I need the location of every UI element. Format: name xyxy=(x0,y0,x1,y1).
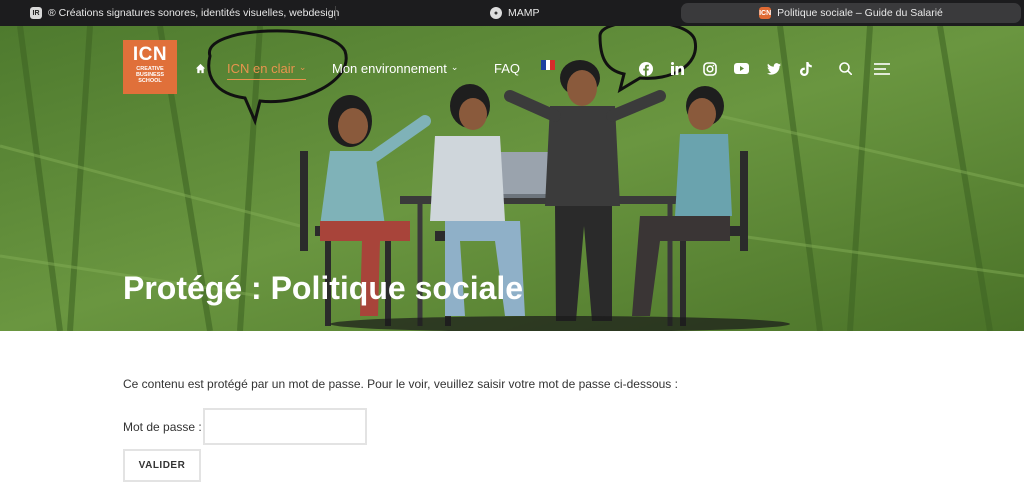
browser-tab-bar: IR ® Créations signatures sonores, ident… xyxy=(0,0,1024,26)
chevron-down-icon: ⌄ xyxy=(450,62,459,72)
french-flag-icon[interactable] xyxy=(541,60,556,70)
password-input[interactable] xyxy=(203,408,367,445)
nav-item-label: ICN en clair xyxy=(227,61,295,76)
twitter-icon[interactable] xyxy=(764,59,783,78)
logo-subtext: CREATIVE BUSINESS SCHOOL xyxy=(123,66,177,84)
logo-line: SCHOOL xyxy=(138,78,162,84)
nav-item-icn-en-clair[interactable]: ICN en clair ⌄ xyxy=(227,61,307,80)
mamp-favicon-icon: ● xyxy=(490,7,502,19)
password-notice: Ce contenu est protégé par un mot de pas… xyxy=(123,377,678,391)
instagram-icon[interactable] xyxy=(700,59,719,78)
browser-tab-1[interactable]: IR ® Créations signatures sonores, ident… xyxy=(20,3,349,23)
tiktok-icon[interactable] xyxy=(796,59,815,78)
social-links xyxy=(636,59,891,78)
nav-item-label: FAQ xyxy=(494,61,521,76)
page-title: Protégé : Politique sociale xyxy=(123,270,524,306)
home-icon[interactable] xyxy=(195,62,206,77)
linkedin-icon[interactable] xyxy=(668,59,687,78)
tab-label: ® Créations signatures sonores, identité… xyxy=(48,7,340,19)
ir-favicon-icon: IR xyxy=(30,7,42,19)
logo-text: ICN xyxy=(132,44,168,65)
tab-label: MAMP xyxy=(508,7,540,19)
facebook-icon[interactable] xyxy=(636,59,655,78)
submit-button[interactable]: VALIDER xyxy=(123,449,201,482)
browser-tab-3-active[interactable]: ICN Politique sociale – Guide du Salarié xyxy=(681,3,1021,23)
tab-label: Politique sociale – Guide du Salarié xyxy=(777,7,943,19)
search-icon[interactable] xyxy=(836,59,855,78)
hero-banner: ICN CREATIVE BUSINESS SCHOOL ICN en clai… xyxy=(0,26,1024,331)
nav-item-mon-environnement[interactable]: Mon environnement ⌄ xyxy=(332,61,458,76)
nav-item-faq[interactable]: FAQ xyxy=(494,61,520,76)
browser-tab-2[interactable]: ● MAMP xyxy=(480,3,550,23)
menu-icon[interactable] xyxy=(872,59,891,78)
youtube-icon[interactable] xyxy=(732,59,751,78)
password-label: Mot de passe : xyxy=(123,420,202,434)
nav-item-label: Mon environnement xyxy=(332,61,447,76)
tab-separator xyxy=(335,6,336,20)
chevron-down-icon: ⌄ xyxy=(298,62,307,72)
icn-favicon-icon: ICN xyxy=(759,7,771,19)
icn-logo[interactable]: ICN CREATIVE BUSINESS SCHOOL xyxy=(123,40,177,94)
